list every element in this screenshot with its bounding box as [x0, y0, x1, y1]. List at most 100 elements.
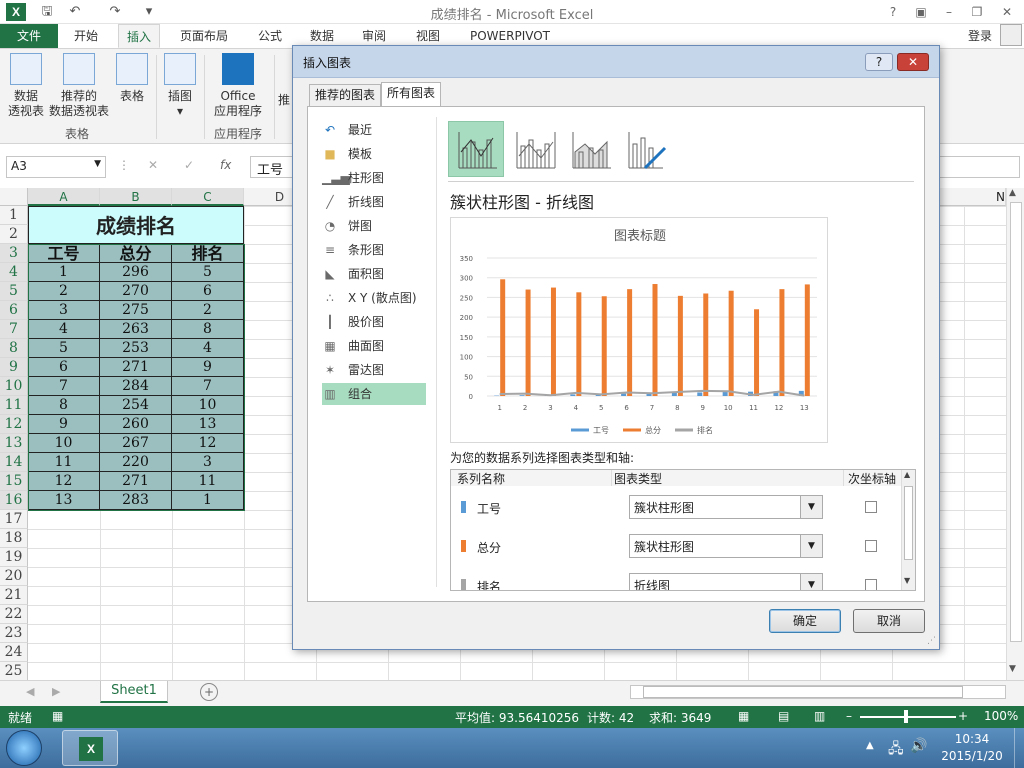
row-header[interactable]: 18	[0, 529, 28, 548]
zoom-level[interactable]: 100%	[984, 709, 1018, 723]
secondary-axis-checkbox[interactable]	[865, 540, 877, 552]
tab-formulas[interactable]: 公式	[250, 24, 290, 48]
chart-type-item[interactable]: ◣ 面积图	[322, 263, 426, 285]
scroll-up-icon[interactable]: ▲	[904, 470, 910, 479]
row-header[interactable]: 14	[0, 453, 28, 472]
table-cell[interactable]: 2	[172, 301, 244, 320]
vertical-scrollbar[interactable]: ▲ ▼	[1006, 188, 1024, 680]
row-header[interactable]: 25	[0, 662, 28, 680]
sheet-tab-sheet1[interactable]: Sheet1	[100, 681, 168, 703]
chart-type-item[interactable]: ▦ 曲面图	[322, 335, 426, 357]
avatar[interactable]	[1000, 24, 1022, 46]
prev-sheet-icon[interactable]: ◀	[26, 685, 34, 698]
chart-type-item[interactable]: ▁▃▅柱形图	[322, 167, 426, 189]
table-cell[interactable]: 220	[100, 453, 172, 472]
tab-home[interactable]: 开始	[66, 24, 106, 48]
minimize-icon[interactable]: –	[936, 2, 962, 22]
table-cell[interactable]: 1	[172, 491, 244, 510]
scroll-down-icon[interactable]: ▼	[904, 576, 910, 585]
row-header[interactable]: 6	[0, 301, 28, 320]
horizontal-scrollbar[interactable]	[630, 685, 1006, 699]
series-table-scroll-thumb[interactable]	[904, 486, 913, 560]
column-header-n[interactable]: N	[996, 190, 1005, 204]
table-cell[interactable]: 260	[100, 415, 172, 434]
close-window-icon[interactable]: ✕	[994, 2, 1020, 22]
macro-record-icon[interactable]: ▦	[52, 709, 63, 723]
row-header[interactable]: 16	[0, 491, 28, 510]
row-header[interactable]: 12	[0, 415, 28, 434]
row-header[interactable]: 3	[0, 244, 28, 263]
table-cell[interactable]: 284	[100, 377, 172, 396]
chart-preview[interactable]: 图表标题 0 50 100 150 200 250 300 350 1 2 3 4 5 6 7 8 9 10 11 12…	[450, 217, 828, 443]
table-cell[interactable]: 12	[28, 472, 100, 491]
help-icon[interactable]: ?	[880, 2, 906, 22]
office-apps-button[interactable]: Office 应用程序	[206, 53, 270, 119]
scroll-up-icon[interactable]: ▲	[1009, 188, 1016, 198]
table-cell[interactable]: 10	[28, 434, 100, 453]
horizontal-scroll-thumb[interactable]	[643, 686, 963, 698]
chart-type-item[interactable]: ≡ 条形图	[322, 239, 426, 261]
column-header-a[interactable]: A	[28, 188, 100, 206]
row-header[interactable]: 10	[0, 377, 28, 396]
chevron-down-icon[interactable]: ▼	[800, 574, 822, 590]
subtype-custom-combination[interactable]	[618, 121, 674, 177]
table-cell[interactable]: 271	[100, 472, 172, 491]
secondary-axis-checkbox[interactable]	[865, 579, 877, 590]
ribbon-display-icon[interactable]: ▣	[908, 2, 934, 22]
table-button[interactable]: 表格	[114, 53, 150, 104]
tab-file[interactable]: 文件	[0, 24, 58, 48]
normal-view-icon[interactable]: ▦	[738, 709, 749, 723]
column-header-c[interactable]: C	[172, 188, 244, 206]
chart-type-item[interactable]: ✶ 雷达图	[322, 359, 426, 381]
recommended-pivot-button[interactable]: 推荐的 数据透视表	[48, 53, 110, 119]
table-cell[interactable]: 263	[100, 320, 172, 339]
table-cell[interactable]: 13	[172, 415, 244, 434]
row-header[interactable]: 4	[0, 263, 28, 282]
tab-insert[interactable]: 插入	[118, 24, 161, 48]
table-header-cell[interactable]: 排名	[172, 244, 244, 263]
chart-type-item[interactable]: ▥ 组合	[322, 383, 426, 405]
insert-function-icon[interactable]: fx	[220, 158, 231, 172]
illustrations-button[interactable]: 插图 ▾	[162, 53, 198, 119]
table-cell[interactable]: 6	[172, 282, 244, 301]
login-link[interactable]: 登录	[960, 24, 1000, 48]
row-header[interactable]: 21	[0, 586, 28, 605]
vertical-scroll-thumb[interactable]	[1010, 202, 1022, 642]
chart-type-dropdown[interactable]: 簇状柱形图 ▼	[629, 495, 823, 519]
tab-recommended-charts[interactable]: 推荐的图表	[309, 84, 382, 106]
row-header[interactable]: 1	[0, 206, 28, 225]
name-box[interactable]: A3 ▼	[6, 156, 106, 178]
subtype-clustered-column-line-secondary[interactable]	[506, 121, 562, 177]
cancel-icon[interactable]: ✕	[148, 158, 158, 172]
column-header-b[interactable]: B	[100, 188, 172, 206]
table-cell[interactable]: 8	[172, 320, 244, 339]
table-cell[interactable]: 1	[28, 263, 100, 282]
table-cell[interactable]: 6	[28, 358, 100, 377]
zoom-in-icon[interactable]: +	[958, 709, 968, 723]
restore-icon[interactable]: ❐	[964, 2, 990, 22]
table-cell[interactable]: 4	[28, 320, 100, 339]
table-cell[interactable]: 254	[100, 396, 172, 415]
chart-type-item[interactable]: ◔ 饼图	[322, 215, 426, 237]
table-cell[interactable]: 10	[172, 396, 244, 415]
page-layout-view-icon[interactable]: ▤	[778, 709, 789, 723]
table-cell[interactable]: 7	[172, 377, 244, 396]
add-sheet-icon[interactable]: +	[200, 683, 218, 701]
next-sheet-icon[interactable]: ▶	[52, 685, 60, 698]
table-cell[interactable]: 275	[100, 301, 172, 320]
chart-type-item[interactable]: ↶ 最近	[322, 119, 426, 141]
enter-icon[interactable]: ✓	[184, 158, 194, 172]
row-header[interactable]: 17	[0, 510, 28, 529]
chevron-down-icon[interactable]: ▼	[800, 535, 822, 557]
chart-type-item[interactable]: ╱ 折线图	[322, 191, 426, 213]
row-header[interactable]: 13	[0, 434, 28, 453]
clock-date[interactable]: 2015/1/20	[940, 749, 1004, 763]
recommended-charts-button[interactable]: 推	[278, 93, 292, 108]
resize-grip-icon[interactable]: ⋰	[927, 636, 936, 646]
pivot-table-button[interactable]: 数据 透视表	[6, 53, 46, 119]
row-header[interactable]: 22	[0, 605, 28, 624]
scroll-down-icon[interactable]: ▼	[1009, 664, 1016, 674]
table-cell[interactable]: 12	[172, 434, 244, 453]
chart-type-item[interactable]: ┃ 股价图	[322, 311, 426, 333]
tray-expand-icon[interactable]: ▲	[866, 740, 874, 751]
